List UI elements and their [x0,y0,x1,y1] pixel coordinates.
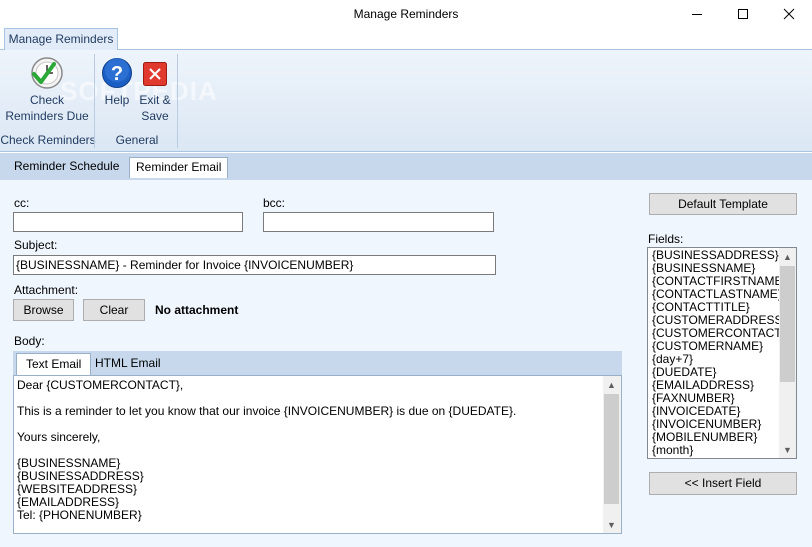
close-button[interactable] [766,0,812,28]
body-text[interactable]: Dear {CUSTOMERCONTACT}, This is a remind… [17,379,602,522]
fields-list: {BUSINESSADDRESS} {BUSINESSNAME} {CONTACTF… [652,249,786,457]
minimize-icon [692,14,702,15]
default-template-button[interactable]: Default Template [649,193,797,215]
group-label-general: General [115,133,159,147]
exit-label-line2: Save [141,109,169,123]
svg-text:?: ? [111,63,123,85]
maximize-icon [738,9,748,19]
body-editor[interactable]: Dear {CUSTOMERCONTACT}, This is a remind… [13,375,622,534]
check-label-line1: Check [29,93,64,107]
clock-check-icon [31,57,63,89]
help-button[interactable]: ? Help [100,54,134,128]
body-line: This is a reminder to let you know that … [17,404,517,418]
body-scrollbar[interactable]: ▲ ▼ [603,376,621,533]
check-label-line2: Reminders Due [5,109,89,123]
ribbon-tab-manage-reminders[interactable]: Manage Reminders [4,28,118,51]
exit-label-line1: Exit & [139,93,171,107]
body-line: Yours sincerely, [17,430,101,444]
close-icon [783,8,795,20]
body-line [17,418,602,431]
ribbon-tab-row [0,28,812,50]
insert-field-button[interactable]: << Insert Field [649,472,797,495]
tab-text-email[interactable]: Text Email [16,353,92,375]
cc-field[interactable] [13,212,243,232]
scroll-thumb[interactable] [604,394,619,504]
bcc-field[interactable] [263,212,494,232]
scroll-up-icon[interactable]: ▲ [779,248,796,265]
body-line: Tel: {PHONENUMBER} [17,508,142,522]
group-label-check-reminders: Check Reminders [0,133,96,147]
fields-scrollbar[interactable]: ▲ ▼ [779,248,796,458]
body-line: Dear {CUSTOMERCONTACT}, [17,378,184,392]
subject-field[interactable]: {BUSINESSNAME} - Reminder for Invoice {I… [13,255,496,275]
field-item[interactable]: {month} [652,444,780,457]
maximize-button[interactable] [720,0,766,28]
scroll-up-icon[interactable]: ▲ [603,376,620,393]
scroll-thumb[interactable] [780,266,795,382]
help-label: Help [104,93,130,107]
tab-html-email[interactable]: HTML Email [86,353,170,375]
fields-listbox[interactable]: {BUSINESSADDRESS} {BUSINESSNAME} {CONTACTF… [647,247,797,459]
check-reminders-due-button[interactable]: Check Reminders Due [5,54,89,128]
clear-button[interactable]: Clear [83,299,145,321]
exit-icon [143,62,167,86]
ribbon-group-separator [94,54,95,148]
body-label: Body: [14,334,45,348]
scroll-down-icon[interactable]: ▼ [603,516,620,533]
tab-reminder-email[interactable]: Reminder Email [129,157,229,178]
minimize-button[interactable] [674,0,720,28]
tab-reminder-schedule[interactable]: Reminder Schedule [8,157,125,178]
exit-save-button[interactable]: Exit & Save [136,54,174,128]
fields-label: Fields: [648,232,684,246]
scroll-down-icon[interactable]: ▼ [779,441,796,458]
subject-label: Subject: [14,238,58,252]
attachment-label: Attachment: [14,283,79,297]
cc-label: cc: [14,196,30,210]
ribbon-group-separator [177,54,178,148]
help-icon: ? [102,58,132,88]
attachment-status: No attachment [155,303,239,317]
browse-button[interactable]: Browse [13,299,74,321]
bcc-label: bcc: [263,196,286,210]
